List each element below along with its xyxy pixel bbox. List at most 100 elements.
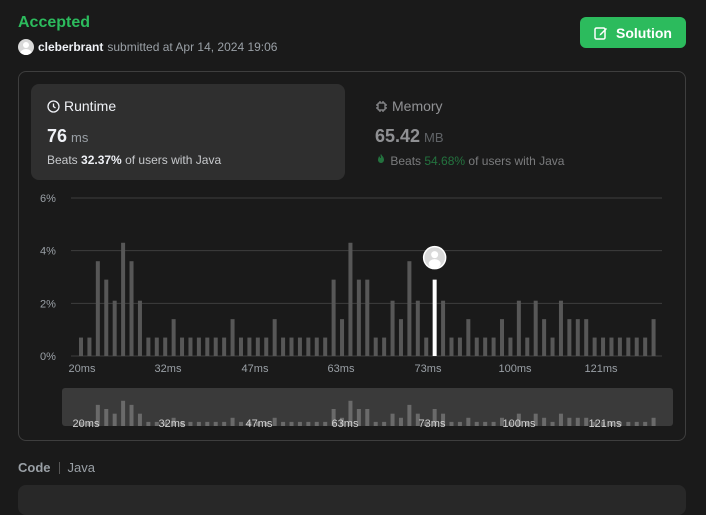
x-tick-label: 20ms [69,363,96,375]
chart-bar [154,337,159,356]
chart-bar [180,337,185,356]
user-marker-body [428,259,441,269]
chart-bar [584,319,589,356]
chart-bar [163,337,168,356]
chart-bar [424,337,429,356]
x-tick-label: 32ms [155,363,182,375]
navigator-tick-label: 121ms [588,418,622,430]
chart-bar [348,242,353,356]
chart-bar [407,261,412,356]
chart-bar [626,337,631,356]
navigator-bar [550,421,555,426]
navigator-bar [289,421,294,426]
chart-bar [491,337,496,356]
chart-bar [516,300,521,356]
navigator-tick-label: 32ms [159,418,186,430]
navigator-bar [474,421,479,426]
navigator-bar [390,413,395,426]
chart-bar [323,337,328,356]
chart-bar [441,300,446,356]
chart-bar [415,300,420,356]
code-language[interactable]: Java [68,460,95,475]
navigator-bar [449,421,454,426]
navigator-bar [373,421,378,426]
navigator-bar [188,421,193,426]
chart-bar [466,319,471,356]
chart-bar [222,337,227,356]
chart-bar [634,337,639,356]
chart-bar [356,279,361,356]
chart-bar [542,319,547,356]
chart-bar [373,337,378,356]
y-tick-label: 2% [40,298,56,310]
x-tick-label: 47ms [242,363,269,375]
navigator-bar [651,417,656,426]
navigator-bar [634,421,639,426]
chart-bar [264,337,269,356]
chart-bar [255,337,260,356]
chart-bar [314,337,319,356]
navigator-bar [483,421,488,426]
navigator-bar [567,417,572,426]
chart-bar [651,319,656,356]
chart-bar [483,337,488,356]
navigator-bar [104,408,109,426]
chart-bar [272,319,277,356]
navigator-bar [222,421,227,426]
chart-bar [382,337,387,356]
chart-bar [129,261,134,356]
navigator-bar [491,421,496,426]
chart-bar [601,337,606,356]
chart-bar [87,337,92,356]
chart-bar [238,337,243,356]
navigator-bar [205,421,210,426]
chart-bar [281,337,286,356]
user-marker-head [431,251,439,259]
navigator-bar [306,421,311,426]
chart-bar [213,337,218,356]
chart-bar [112,300,117,356]
navigator-bar [112,413,117,426]
code-section-header: Code Java [18,460,95,475]
navigator-bar [297,421,302,426]
navigator-bar [365,408,370,426]
navigator-bar [281,421,286,426]
chart-bar [230,319,235,356]
chart-bar [79,337,83,356]
navigator-bar [575,417,580,426]
chart-bar [525,337,530,356]
code-editor[interactable] [18,485,686,515]
chart-bar [550,337,555,356]
navigator-bar [407,404,412,426]
navigator-tick-label: 63ms [332,418,359,430]
chart-bar [533,300,538,356]
chart-bar [95,261,100,356]
navigator-bar [542,417,547,426]
chart-bar [121,242,126,356]
navigator-bar [398,417,403,426]
code-label: Code [18,460,51,475]
x-tick-label: 100ms [498,363,532,375]
navigator-tick-label: 47ms [246,418,273,430]
runtime-distribution-chart[interactable]: 6% 4% 2% 0% 20ms 32ms 47ms 63ms 73ms 100ms 121ms 20… [0,0,706,440]
chart-bar [592,337,597,356]
navigator-bar [137,413,142,426]
chart-bar [340,319,345,356]
chart-bar [508,337,513,356]
x-tick-label: 63ms [328,363,355,375]
chart-bar [146,337,151,356]
navigator-tick-label: 100ms [502,418,536,430]
chart-bar [500,319,505,356]
chart-bar [558,300,563,356]
navigator-bar [230,417,235,426]
chart-bar [398,319,403,356]
chart-bar [205,337,210,356]
chart-bar [474,337,479,356]
navigator-bar [643,421,648,426]
chart-bar [137,300,142,356]
chart-bar [289,337,294,356]
y-tick-label: 0% [40,351,56,363]
y-tick-label: 4% [40,246,56,258]
chart-bar [643,337,648,356]
chart-bar [567,319,572,356]
